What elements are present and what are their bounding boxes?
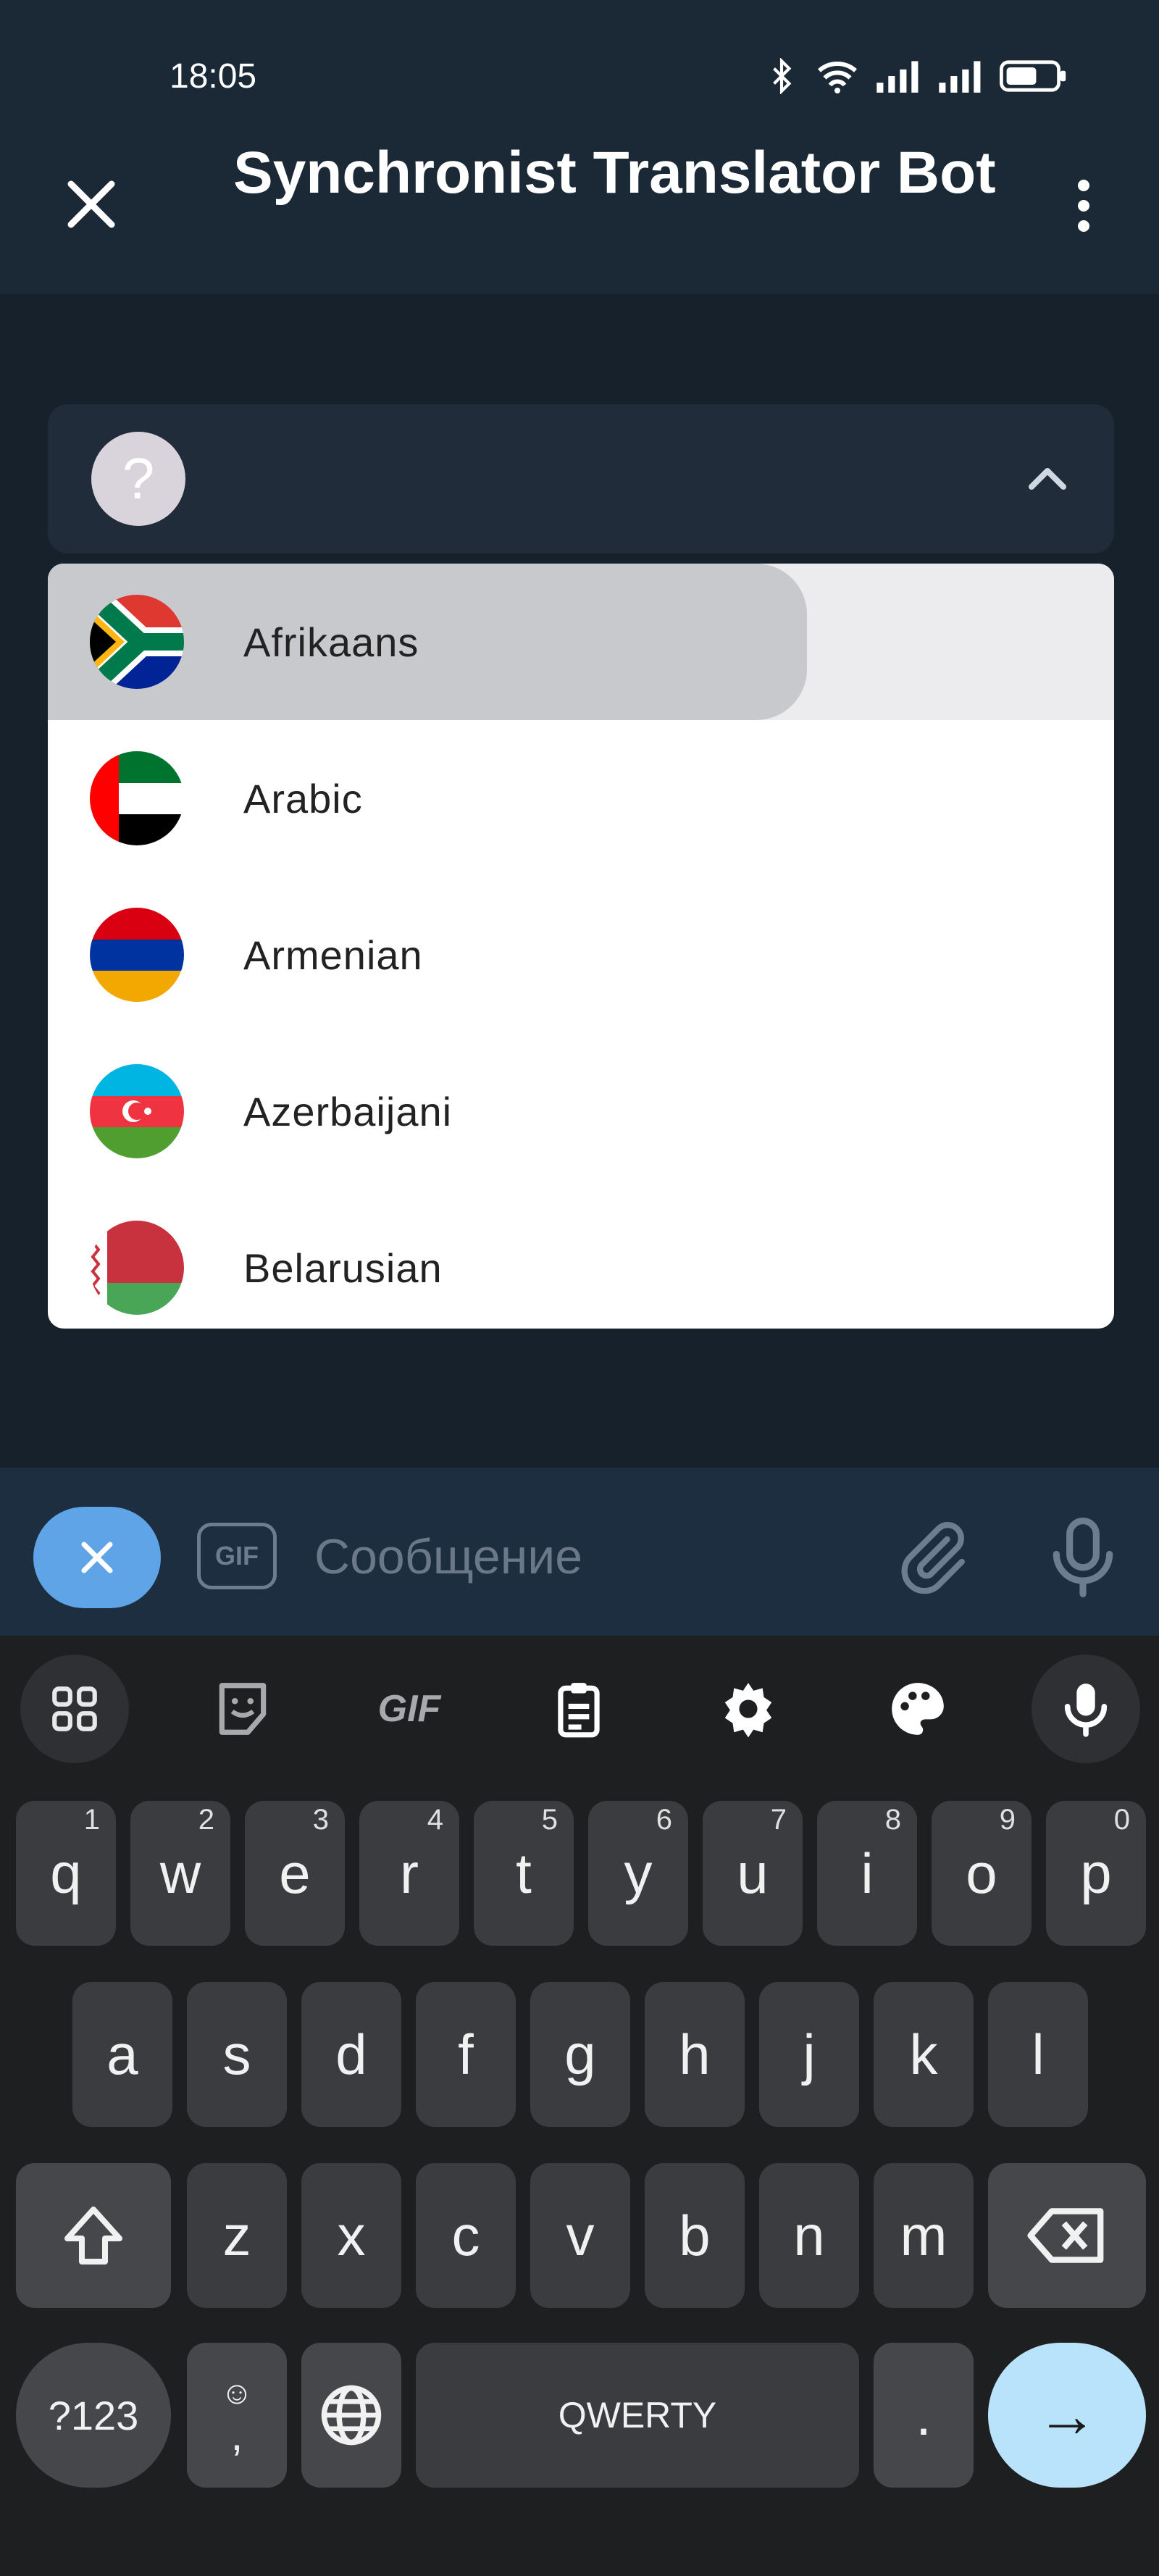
- key-z[interactable]: z: [187, 2163, 287, 2308]
- key-j[interactable]: j: [759, 1982, 859, 2127]
- selected-language-avatar: ?: [91, 432, 185, 526]
- palette-icon: [892, 1683, 944, 1735]
- key-q[interactable]: q1: [16, 1801, 116, 1946]
- backspace-icon: [1027, 2208, 1104, 2263]
- shift-icon: [64, 2207, 122, 2265]
- za-flag-icon: [90, 595, 184, 689]
- apps-icon: [52, 1686, 97, 1731]
- bluetooth-icon: [773, 58, 792, 94]
- key-d[interactable]: d: [301, 1982, 401, 2127]
- emoji-comma-key[interactable]: ☺ ,: [187, 2343, 287, 2488]
- language-label: Azerbaijani: [243, 1089, 453, 1134]
- status-icons: [763, 58, 1069, 94]
- language-label: Arabic: [243, 776, 363, 821]
- clipboard-icon: [558, 1683, 600, 1738]
- language-key[interactable]: [301, 2343, 401, 2488]
- close-icon: [81, 1542, 113, 1573]
- message-input[interactable]: [314, 1524, 850, 1589]
- symbols-key[interactable]: ?123: [16, 2343, 171, 2488]
- key-u[interactable]: u7: [703, 1801, 803, 1946]
- mic-icon: [1064, 1684, 1108, 1737]
- space-key[interactable]: QWERTY: [416, 2343, 859, 2488]
- key-v[interactable]: v: [530, 2163, 630, 2308]
- language-option-afrikaans[interactable]: Afrikaans: [48, 564, 1114, 720]
- arrow-right-icon: →: [1037, 2380, 1097, 2449]
- more-vert-icon: [1078, 180, 1089, 232]
- key-n[interactable]: n: [759, 2163, 859, 2308]
- key-m[interactable]: m: [874, 2163, 974, 2308]
- microphone-icon: [1053, 1518, 1113, 1597]
- language-option-azerbaijani[interactable]: Azerbaijani: [48, 1033, 1114, 1189]
- shift-key[interactable]: [16, 2163, 171, 2308]
- language-option-belarusian[interactable]: Belarusian: [48, 1189, 1114, 1329]
- key-k[interactable]: k: [874, 1982, 974, 2127]
- language-select[interactable]: [48, 404, 1114, 553]
- language-label: Afrikaans: [243, 619, 419, 665]
- gif-button[interactable]: GIF: [197, 1523, 277, 1589]
- wifi-icon: [818, 62, 857, 93]
- emoji-icon: ☺: [220, 2375, 254, 2411]
- key-f[interactable]: f: [416, 1982, 516, 2127]
- attach-button[interactable]: [892, 1514, 972, 1601]
- key-a[interactable]: a: [72, 1982, 172, 2127]
- key-i[interactable]: i8: [817, 1801, 917, 1946]
- close-icon: [67, 180, 115, 228]
- key-x[interactable]: x: [301, 2163, 401, 2308]
- sticker-icon: [219, 1683, 267, 1735]
- keyboard-voice-button[interactable]: [1032, 1655, 1140, 1763]
- key-b[interactable]: b: [645, 2163, 745, 2308]
- keyboard-clipboard-button[interactable]: [524, 1655, 633, 1763]
- language-dropdown: Afrikaans Arabic Armenian Azerbaijani Be…: [48, 564, 1114, 1329]
- status-time: 18:05: [170, 57, 257, 96]
- key-g[interactable]: g: [530, 1982, 630, 2127]
- battery-icon: [1000, 60, 1066, 92]
- key-t[interactable]: t5: [474, 1801, 574, 1946]
- key-e[interactable]: e3: [245, 1801, 345, 1946]
- cancel-button[interactable]: [33, 1507, 161, 1608]
- key-l[interactable]: l: [988, 1982, 1088, 2127]
- language-label: Belarusian: [243, 1245, 443, 1291]
- keyboard-apps-button[interactable]: [20, 1655, 129, 1763]
- by-flag-icon: [90, 1221, 184, 1315]
- keyboard-theme-button[interactable]: [863, 1655, 972, 1763]
- az-flag-icon: [90, 1064, 184, 1158]
- enter-key[interactable]: →: [988, 2343, 1146, 2488]
- key-o[interactable]: o9: [932, 1801, 1032, 1946]
- globe-icon: [321, 2385, 382, 2446]
- key-c[interactable]: c: [416, 2163, 516, 2308]
- key-r[interactable]: r4: [359, 1801, 459, 1946]
- close-button[interactable]: [62, 168, 120, 241]
- key-s[interactable]: s: [187, 1982, 287, 2127]
- keyboard-gif-button[interactable]: GIF: [355, 1655, 464, 1763]
- signal-icon: [939, 61, 981, 93]
- language-label: Armenian: [243, 932, 423, 978]
- key-h[interactable]: h: [645, 1982, 745, 2127]
- key-p[interactable]: p0: [1046, 1801, 1146, 1946]
- page-title: Synchronist Translator Bot: [233, 140, 996, 206]
- paperclip-icon: [901, 1522, 965, 1594]
- backspace-key[interactable]: [988, 2163, 1146, 2308]
- am-flag-icon: [90, 908, 184, 1002]
- language-option-armenian[interactable]: Armenian: [48, 877, 1114, 1033]
- key-y[interactable]: y6: [588, 1801, 688, 1946]
- key-w[interactable]: w2: [130, 1801, 230, 1946]
- voice-button[interactable]: [1043, 1514, 1123, 1601]
- signal-icon: [876, 61, 919, 93]
- settings-icon: [724, 1683, 772, 1738]
- keyboard-sticker-button[interactable]: [188, 1655, 297, 1763]
- language-option-arabic[interactable]: Arabic: [48, 720, 1114, 877]
- keyboard-settings-button[interactable]: [694, 1655, 803, 1763]
- period-key[interactable]: .: [874, 2343, 974, 2488]
- more-menu-button[interactable]: [1062, 178, 1105, 236]
- chevron-up-icon[interactable]: [1024, 456, 1071, 500]
- ae-flag-icon: [90, 751, 184, 845]
